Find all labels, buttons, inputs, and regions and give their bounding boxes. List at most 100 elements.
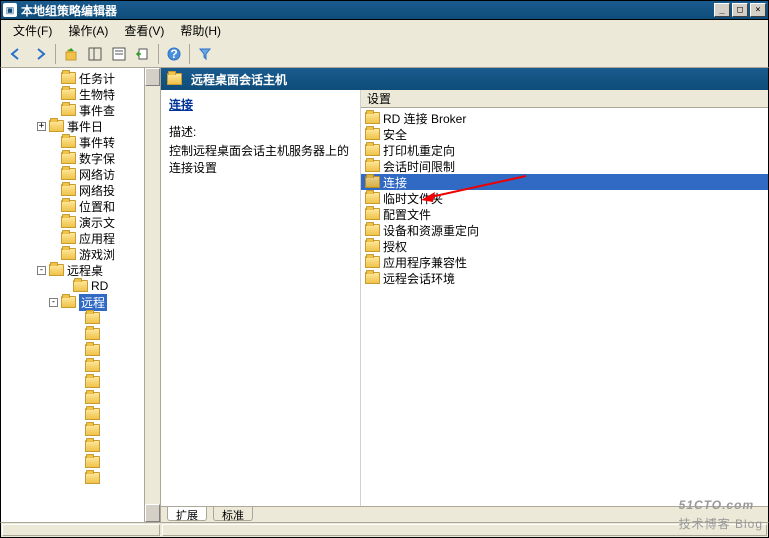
list-item[interactable]: RD 连接 Broker [361, 110, 768, 126]
folder-icon [85, 472, 100, 484]
tree-node[interactable] [1, 326, 145, 342]
tree-node[interactable]: + 事件日 [1, 118, 145, 134]
tree-label: 位置和 [79, 198, 115, 215]
folder-icon [61, 72, 76, 84]
maximize-button[interactable]: □ [732, 3, 748, 17]
folder-icon [365, 128, 380, 140]
tree-node[interactable]: 任务计 [1, 70, 145, 86]
list-item[interactable]: 配置文件 [361, 206, 768, 222]
list-item[interactable]: 连接 [361, 174, 768, 190]
tree-node[interactable]: 网络访 [1, 166, 145, 182]
list-item-label: 授权 [383, 238, 407, 255]
folder-icon [85, 344, 100, 356]
tree-node[interactable] [1, 310, 145, 326]
tree-label: RD [91, 279, 108, 293]
show-hide-tree-button[interactable] [84, 43, 106, 65]
tree-node[interactable]: 位置和 [1, 198, 145, 214]
list-item-label: 连接 [383, 174, 407, 191]
tree-node[interactable] [1, 454, 145, 470]
list-item[interactable]: 安全 [361, 126, 768, 142]
folder-icon [49, 120, 64, 132]
tree-node[interactable] [1, 406, 145, 422]
right-header-title: 远程桌面会话主机 [191, 71, 287, 88]
folder-icon [61, 152, 76, 164]
folder-icon [85, 376, 100, 388]
menu-file[interactable]: 文件(F) [5, 20, 60, 41]
tree-toggle-icon[interactable]: - [37, 266, 46, 275]
folder-icon [49, 264, 64, 276]
list-item[interactable]: 打印机重定向 [361, 142, 768, 158]
status-cell-left [2, 524, 160, 536]
tree-scrollbar[interactable] [144, 68, 160, 522]
list-item-label: 安全 [383, 126, 407, 143]
details-title[interactable]: 连接 [169, 96, 352, 113]
list-item-label: 设备和资源重定向 [383, 222, 479, 239]
tree-node[interactable] [1, 422, 145, 438]
tree-node[interactable]: 应用程 [1, 230, 145, 246]
menu-help[interactable]: 帮助(H) [172, 20, 229, 41]
tree-node[interactable]: RD [1, 278, 145, 294]
folder-icon [85, 392, 100, 404]
back-button[interactable] [5, 43, 27, 65]
tree-label: 事件日 [67, 118, 103, 135]
folder-icon [167, 73, 182, 85]
folder-icon [365, 224, 380, 236]
title-bar: ▣ 本地组策略编辑器 _ □ × [0, 0, 769, 20]
filter-button[interactable] [194, 43, 216, 65]
list-item-label: 临时文件夹 [383, 190, 443, 207]
tree-node[interactable]: 数字保 [1, 150, 145, 166]
folder-icon [73, 280, 88, 292]
tree-node[interactable]: 事件转 [1, 134, 145, 150]
folder-icon [365, 240, 380, 252]
forward-button[interactable] [29, 43, 51, 65]
folder-icon [85, 360, 100, 372]
tree-node[interactable]: 演示文 [1, 214, 145, 230]
menu-view[interactable]: 查看(V) [116, 20, 172, 41]
tree-label: 远程桌 [67, 262, 103, 279]
tree-node[interactable] [1, 358, 145, 374]
up-button[interactable] [60, 43, 82, 65]
list-column-header[interactable]: 设置 [361, 90, 768, 108]
list-item[interactable]: 会话时间限制 [361, 158, 768, 174]
close-button[interactable]: × [750, 3, 766, 17]
tab-standard[interactable]: 标准 [213, 507, 253, 521]
tab-extended[interactable]: 扩展 [167, 507, 207, 521]
tree-panel[interactable]: 任务计生物特事件查+事件日事件转数字保网络访网络投位置和演示文应用程游戏浏-远程… [1, 68, 161, 522]
export-button[interactable] [132, 43, 154, 65]
folder-icon [365, 112, 380, 124]
folder-icon [61, 216, 76, 228]
details-pane: 连接 描述: 控制远程桌面会话主机服务器上的连接设置 [161, 90, 361, 506]
tree-node[interactable] [1, 342, 145, 358]
tree-label: 生物特 [79, 86, 115, 103]
menu-action[interactable]: 操作(A) [60, 20, 116, 41]
list-item[interactable]: 临时文件夹 [361, 190, 768, 206]
folder-icon [85, 312, 100, 324]
tree-node[interactable] [1, 438, 145, 454]
list-item-label: 应用程序兼容性 [383, 254, 467, 271]
tree-node[interactable]: 事件查 [1, 102, 145, 118]
tree-toggle-icon[interactable]: + [37, 122, 46, 131]
tree-node[interactable] [1, 374, 145, 390]
folder-icon [85, 440, 100, 452]
details-desc-label: 描述: [169, 123, 352, 140]
tree-node[interactable] [1, 470, 145, 486]
tree-node[interactable]: 生物特 [1, 86, 145, 102]
tree-node[interactable]: 网络投 [1, 182, 145, 198]
folder-icon [61, 296, 76, 308]
list-item[interactable]: 远程会话环境 [361, 270, 768, 286]
tree-node[interactable]: - 远程桌 [1, 262, 145, 278]
tree-toggle-icon[interactable]: - [49, 298, 58, 307]
folder-icon [365, 176, 380, 188]
tree-node[interactable] [1, 390, 145, 406]
help-button[interactable]: ? [163, 43, 185, 65]
properties-button[interactable] [108, 43, 130, 65]
minimize-button[interactable]: _ [714, 3, 730, 17]
tree-node[interactable]: 游戏浏 [1, 246, 145, 262]
details-desc: 控制远程桌面会话主机服务器上的连接设置 [169, 142, 352, 176]
tabs-footer: 扩展 标准 [161, 506, 768, 522]
folder-icon [61, 168, 76, 180]
list-item[interactable]: 应用程序兼容性 [361, 254, 768, 270]
list-item[interactable]: 设备和资源重定向 [361, 222, 768, 238]
list-item[interactable]: 授权 [361, 238, 768, 254]
tree-node[interactable]: -远程 [1, 294, 145, 310]
